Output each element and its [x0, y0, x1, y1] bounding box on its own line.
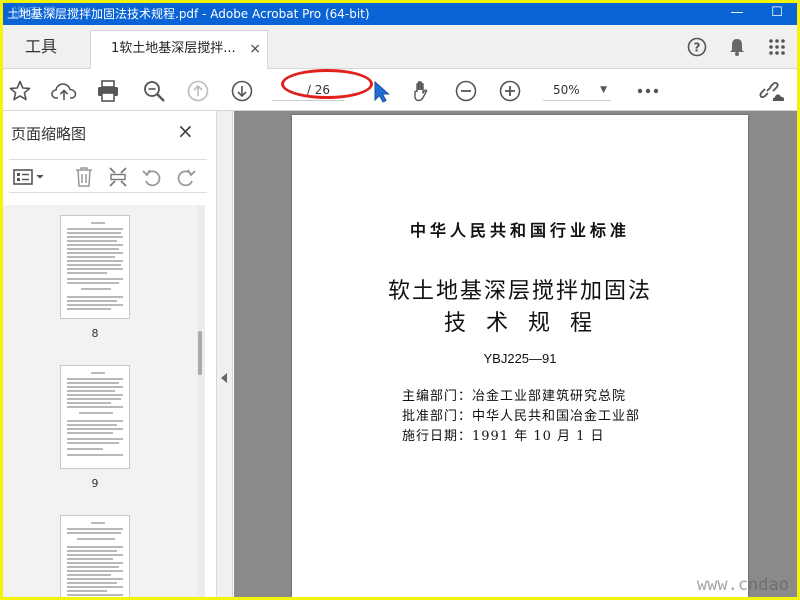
print-icon[interactable]	[95, 78, 121, 104]
zoom-value: 50%	[553, 83, 580, 97]
panel-collapse-strip[interactable]	[217, 111, 233, 597]
collapse-arrow-icon[interactable]	[221, 373, 227, 383]
window-controls: — ☐	[717, 3, 797, 25]
thumbnail-scrollbar-thumb[interactable]	[198, 331, 202, 375]
rotate-right-icon[interactable]	[173, 164, 199, 190]
tab-right-icons: ?	[677, 25, 797, 69]
chevron-down-icon: ▼	[600, 85, 607, 95]
more-options-icon[interactable]	[635, 78, 661, 104]
zoom-dropdown[interactable]: 50% ▼	[543, 79, 611, 101]
watermark-top: 道客网	[13, 6, 59, 21]
highlight-ellipse	[281, 69, 373, 99]
rotate-left-icon[interactable]	[139, 164, 165, 190]
window-title: 土地基深层搅拌加固法技术规程.pdf - Adobe Acrobat Pro (…	[7, 7, 370, 21]
hand-tool-icon[interactable]	[409, 78, 435, 104]
tab-tools[interactable]: 工具	[3, 25, 87, 69]
effective-date-line: 施行日期：1991 年 10 月 1 日	[402, 429, 605, 444]
tab-row: 工具 1软土地基深层搅拌... × ?	[3, 25, 797, 70]
help-icon[interactable]: ?	[677, 25, 717, 69]
thumbnail-page-8[interactable]	[60, 215, 130, 319]
thumbnail-page-9[interactable]	[60, 365, 130, 469]
thumbnail-page-10[interactable]	[60, 515, 130, 597]
tab-document[interactable]: 1软土地基深层搅拌... ×	[90, 30, 268, 70]
main-toolbar: / 26 50% ▼	[3, 69, 797, 111]
apps-grid-icon[interactable]	[757, 25, 797, 69]
cloud-upload-icon[interactable]	[51, 78, 77, 104]
delete-page-icon[interactable]	[71, 164, 97, 190]
standard-code: YBJ225—91	[483, 351, 557, 366]
watermark-bottom: www.cndao	[696, 575, 789, 595]
app-window: 土地基深层搅拌加固法技术规程.pdf - Adobe Acrobat Pro (…	[3, 3, 797, 597]
thumbnail-scrollbar[interactable]	[197, 205, 205, 597]
panel-close-button[interactable]: ×	[177, 119, 194, 143]
svg-text:?: ?	[694, 41, 701, 55]
pdf-page: 中华人民共和国行业标准 软土地基深层搅拌加固法 技术规程 YBJ225—91 主…	[292, 115, 748, 597]
thumbnails-panel: 页面缩略图 × 8 9	[3, 111, 217, 597]
thumbnail-label: 8	[91, 327, 99, 340]
standard-heading: 中华人民共和国行业标准	[409, 221, 630, 240]
editor-line: 主编部门：冶金工业部建筑研究总院	[402, 389, 627, 404]
tab-document-label: 1软土地基深层搅拌...	[111, 41, 236, 56]
panel-toolbar	[9, 159, 207, 193]
share-link-icon[interactable]	[759, 78, 785, 104]
thumbnail-options-icon[interactable]	[11, 164, 47, 190]
document-title-line2: 技术规程	[443, 311, 612, 336]
tab-close-button[interactable]: ×	[249, 31, 261, 67]
thumbnail-label: 9	[91, 477, 99, 490]
zoom-search-icon[interactable]	[141, 78, 167, 104]
page-up-icon[interactable]	[185, 78, 211, 104]
minimize-button[interactable]: —	[717, 3, 757, 25]
zoom-out-icon[interactable]	[453, 78, 479, 104]
title-bar: 土地基深层搅拌加固法技术规程.pdf - Adobe Acrobat Pro (…	[3, 3, 797, 25]
page-down-icon[interactable]	[229, 78, 255, 104]
document-title-line1: 软土地基深层搅拌加固法	[387, 279, 652, 304]
zoom-in-icon[interactable]	[497, 78, 523, 104]
maximize-button[interactable]: ☐	[757, 3, 797, 25]
extract-page-icon[interactable]	[105, 164, 131, 190]
document-viewer[interactable]: 中华人民共和国行业标准 软土地基深层搅拌加固法 技术规程 YBJ225—91 主…	[234, 111, 797, 597]
star-icon[interactable]	[7, 78, 33, 104]
thumbnail-list: 8 9	[3, 205, 203, 597]
approver-line: 批准部门：中华人民共和国冶金工业部	[402, 409, 641, 424]
bell-icon[interactable]	[717, 25, 757, 69]
select-cursor-icon[interactable]	[369, 79, 395, 105]
panel-title: 页面缩略图	[11, 125, 87, 143]
